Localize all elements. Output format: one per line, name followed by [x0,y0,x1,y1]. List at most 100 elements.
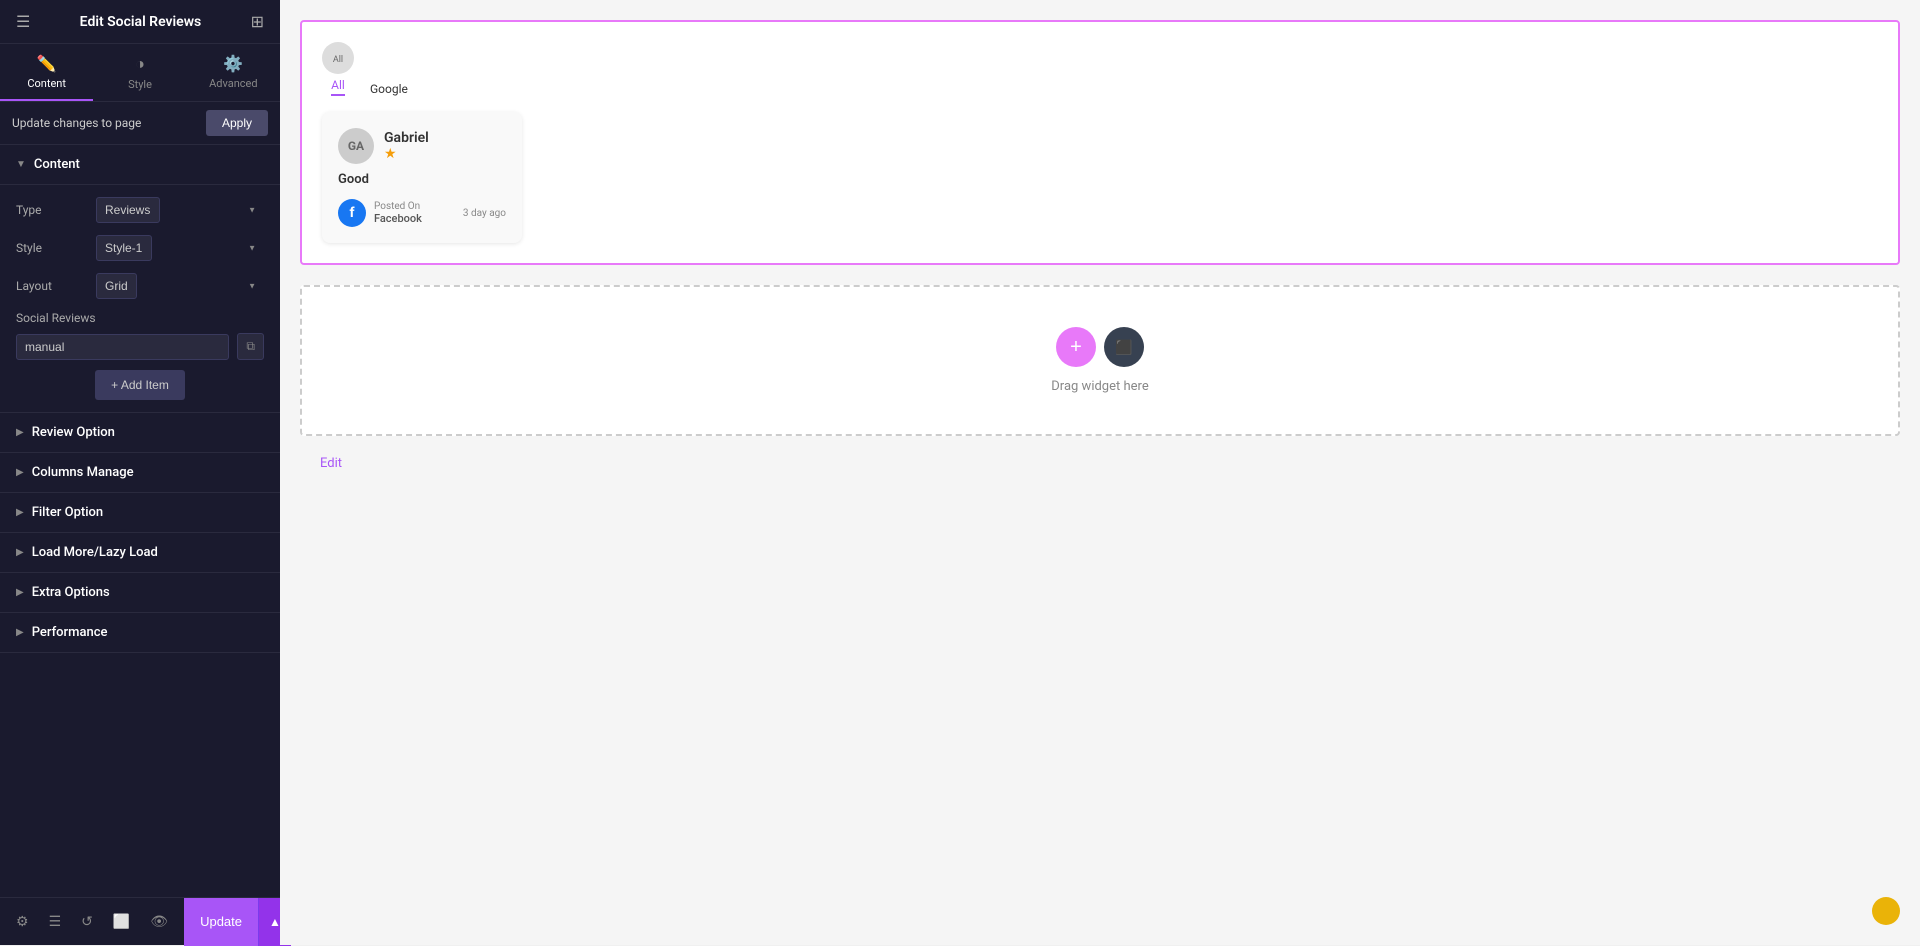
review-tab-google[interactable]: Google [370,82,408,96]
extra-options-header[interactable]: ▶ Extra Options [0,573,280,612]
performance-header[interactable]: ▶ Performance [0,613,280,652]
review-option-arrow: ▶ [16,427,24,438]
type-field-row: Type Reviews [16,197,264,223]
columns-manage-section: ▶ Columns Manage [0,453,280,493]
type-select[interactable]: Reviews [96,197,160,223]
svg-text:All: All [333,55,343,65]
review-tab-all[interactable]: All All [322,42,354,96]
social-reviews-input[interactable] [16,334,229,360]
extra-options-section: ▶ Extra Options [0,573,280,613]
yellow-indicator [1872,897,1900,925]
tab-style[interactable]: ◑ Style [93,44,186,101]
review-filter-tabs: All All Google [322,42,1878,96]
sidebar-header: ☰ Edit Social Reviews ⊞ [0,0,280,44]
social-reviews-input-row: ⧉ [16,333,264,360]
load-more-arrow: ▶ [16,547,24,558]
reviewer-initials: GA [348,139,364,153]
content-fields: Type Reviews Style Style-1 Layout Grid [0,185,280,413]
add-item-button[interactable]: + Add Item [95,370,185,400]
columns-manage-label: Columns Manage [32,465,134,480]
extra-options-arrow: ▶ [16,587,24,598]
all-tab-label: All [331,78,345,96]
drop-add-button[interactable]: + [1056,327,1096,367]
layout-select[interactable]: Grid [96,273,137,299]
tab-content-label: Content [27,77,66,90]
filter-option-header[interactable]: ▶ Filter Option [0,493,280,532]
sidebar: ☰ Edit Social Reviews ⊞ ✏️ Content ◑ Sty… [0,0,280,945]
content-arrow-icon: ▼ [16,159,26,170]
style-select-wrapper: Style-1 [96,235,264,261]
advanced-tab-icon: ⚙️ [223,54,243,73]
load-more-section: ▶ Load More/Lazy Load [0,533,280,573]
type-select-wrapper: Reviews [96,197,264,223]
drop-widget-button[interactable]: ⬛ [1104,327,1144,367]
bottom-toolbar: ⚙ ☰ ↺ ⬜ 👁 Update ▲ [0,897,280,945]
edit-link[interactable]: Edit [320,456,1900,471]
layout-label: Layout [16,279,96,293]
style-tab-icon: ◑ [135,54,145,74]
columns-manage-arrow: ▶ [16,467,24,478]
style-select[interactable]: Style-1 [96,235,152,261]
performance-section: ▶ Performance [0,613,280,653]
tab-bar: ✏️ Content ◑ Style ⚙️ Advanced [0,44,280,102]
update-bar: Update changes to page Apply [0,102,280,145]
style-field-label: Style [16,241,96,255]
review-option-header[interactable]: ▶ Review Option [0,413,280,452]
content-tab-icon: ✏️ [37,54,57,73]
review-text: Good [338,172,506,187]
layers-icon-button[interactable]: ☰ [41,907,70,936]
review-widget-container: All All Google GA Gabriel ★ Good f [300,20,1900,265]
apply-button[interactable]: Apply [206,110,268,136]
review-date: 3 day ago [463,208,506,219]
tab-content[interactable]: ✏️ Content [0,44,93,101]
style-field-row: Style Style-1 [16,235,264,261]
performance-label: Performance [32,625,108,640]
facebook-icon: f [338,199,366,227]
type-label: Type [16,203,96,217]
review-source-name: Facebook [374,212,455,225]
extra-options-label: Extra Options [32,585,110,600]
google-tab-label: Google [370,82,408,96]
review-footer: f Posted On Facebook 3 day ago [338,199,506,227]
performance-arrow: ▶ [16,627,24,638]
content-section-header[interactable]: ▼ Content [0,145,280,185]
load-more-label: Load More/Lazy Load [32,545,158,560]
reviewer-avatar: GA [338,128,374,164]
toolbar-icons: ⚙ ☰ ↺ ⬜ 👁 [0,907,184,936]
sidebar-title: Edit Social Reviews [80,14,202,30]
main-content: All All Google GA Gabriel ★ Good f [280,0,1920,945]
social-reviews-label: Social Reviews [16,311,264,325]
drop-zone-text: Drag widget here [1051,379,1148,394]
settings-icon-button[interactable]: ⚙ [8,907,37,936]
review-option-section: ▶ Review Option [0,413,280,453]
update-bar-text: Update changes to page [12,116,141,130]
review-source-label: Posted On [374,201,455,212]
tab-advanced[interactable]: ⚙️ Advanced [187,44,280,101]
filter-option-label: Filter Option [32,505,103,520]
copy-button[interactable]: ⧉ [237,333,264,360]
layout-select-wrapper: Grid [96,273,264,299]
all-tab-avatar: All [322,42,354,74]
reviewer-name: Gabriel [384,130,429,146]
grid-icon[interactable]: ⊞ [251,12,264,31]
drop-zone-buttons: + ⬛ [1056,327,1144,367]
tab-advanced-label: Advanced [209,77,257,90]
responsive-icon-button[interactable]: ⬜ [105,907,138,936]
hamburger-icon[interactable]: ☰ [16,12,30,31]
update-chevron-button[interactable]: ▲ [258,898,280,946]
drop-zone: + ⬛ Drag widget here [300,285,1900,436]
update-button[interactable]: Update [184,898,258,946]
review-source-info: Posted On Facebook [374,201,455,225]
columns-manage-header[interactable]: ▶ Columns Manage [0,453,280,492]
load-more-header[interactable]: ▶ Load More/Lazy Load [0,533,280,572]
filter-option-arrow: ▶ [16,507,24,518]
review-card: GA Gabriel ★ Good f Posted On Facebook 3… [322,112,522,243]
reviewer-info: Gabriel ★ [384,130,429,162]
filter-option-section: ▶ Filter Option [0,493,280,533]
preview-icon-button[interactable]: 👁 [142,907,176,936]
content-section-label: Content [34,157,80,172]
review-card-header: GA Gabriel ★ [338,128,506,164]
history-icon-button[interactable]: ↺ [73,907,101,936]
star-rating: ★ [384,146,429,162]
review-option-label: Review Option [32,425,115,440]
